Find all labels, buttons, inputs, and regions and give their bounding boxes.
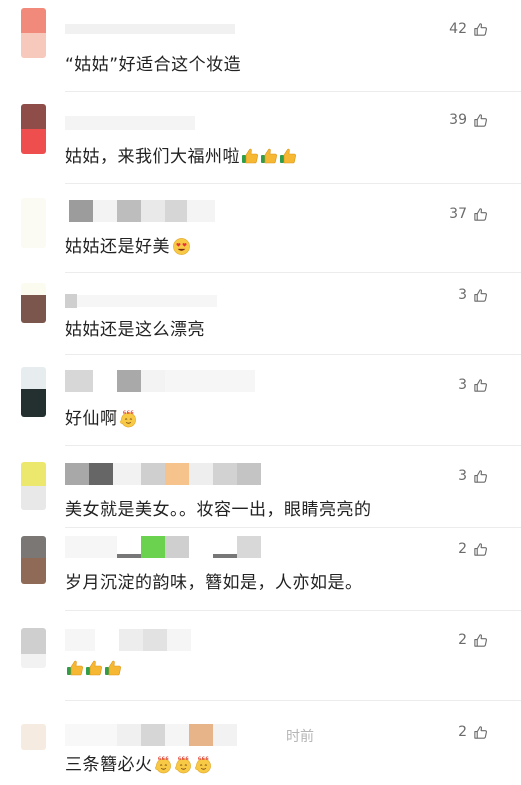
username-blurred: [65, 463, 261, 485]
like-button[interactable]: 2: [458, 724, 488, 740]
divider: [65, 354, 521, 355]
comment-time: 时前: [286, 729, 314, 745]
username-blurred: [65, 724, 237, 746]
666-emoji: [194, 755, 213, 774]
thumbs-up-icon: [473, 469, 488, 484]
thumbs-up-icon: [473, 542, 488, 557]
comment-text: “姑姑”好适合这个妆造: [65, 55, 242, 75]
like-button[interactable]: 3: [458, 377, 488, 393]
like-button[interactable]: 42: [449, 21, 488, 37]
heart-eyes-emoji: [172, 237, 191, 256]
divider: [65, 272, 521, 273]
like-count: 42: [449, 21, 467, 37]
like-button[interactable]: 3: [458, 287, 488, 303]
like-count: 39: [449, 112, 467, 128]
thumbs-up-icon: [473, 207, 488, 222]
comment-text: 岁月沉淀的韵味，簪如是，人亦如是。: [65, 573, 363, 593]
comment-text-body: 三条簪必火: [65, 755, 153, 775]
like-count: 2: [458, 541, 467, 557]
avatar[interactable]: [21, 104, 46, 154]
avatar[interactable]: [21, 283, 46, 323]
divider: [65, 445, 521, 446]
like-button[interactable]: 37: [449, 206, 488, 222]
divider: [65, 527, 521, 528]
avatar[interactable]: [21, 198, 46, 248]
comment-text-body: 姑姑，来我们大福州啦: [65, 147, 240, 167]
comment-text: 好仙啊: [65, 404, 138, 429]
avatar[interactable]: [21, 628, 46, 668]
thumbs-up-emoji: [241, 147, 259, 165]
like-count: 3: [458, 287, 467, 303]
thumbs-up-icon: [473, 378, 488, 393]
thumbs-up-icon: [473, 633, 488, 648]
like-button[interactable]: 39: [449, 112, 488, 128]
username-blurred: [65, 290, 217, 312]
thumbs-up-icon: [473, 22, 488, 37]
666-emoji: [119, 409, 138, 428]
comment-text-body: 好仙啊: [65, 409, 118, 429]
comment-text: [65, 659, 122, 679]
like-button[interactable]: 3: [458, 468, 488, 484]
thumbs-up-icon: [473, 725, 488, 740]
username-blurred: [65, 18, 235, 40]
avatar[interactable]: [21, 724, 46, 750]
like-count: 37: [449, 206, 467, 222]
like-count: 2: [458, 632, 467, 648]
thumbs-up-emoji: [85, 659, 103, 677]
666-emoji: [174, 755, 193, 774]
like-button[interactable]: 2: [458, 541, 488, 557]
avatar[interactable]: [21, 536, 46, 584]
username-blurred: [69, 200, 215, 222]
username-blurred: [65, 112, 195, 134]
comment-text: 姑姑，来我们大福州啦: [65, 142, 297, 167]
thumbs-up-icon: [473, 288, 488, 303]
comment-text: 美女就是美女。。妆容一出，眼睛亮亮的: [65, 500, 372, 520]
thumbs-up-emoji: [260, 147, 278, 165]
divider: [65, 610, 521, 611]
thumbs-up-icon: [473, 113, 488, 128]
comment-text: 姑姑还是这么漂亮: [65, 320, 205, 340]
divider: [65, 91, 521, 92]
avatar[interactable]: [21, 462, 46, 510]
avatar[interactable]: [21, 367, 46, 417]
like-count: 2: [458, 724, 467, 740]
comment-text: 姑姑还是好美: [65, 232, 191, 257]
comment-text: 三条簪必火: [65, 750, 213, 775]
divider: [65, 700, 521, 701]
thumbs-up-emoji: [104, 659, 122, 677]
divider: [65, 183, 521, 184]
comment-text-body: 姑姑还是好美: [65, 237, 170, 257]
username-blurred: [65, 370, 255, 392]
like-count: 3: [458, 468, 467, 484]
like-count: 3: [458, 377, 467, 393]
username-blurred: [65, 536, 261, 558]
avatar[interactable]: [21, 8, 46, 58]
thumbs-up-emoji: [66, 659, 84, 677]
thumbs-up-emoji: [279, 147, 297, 165]
666-emoji: [154, 755, 173, 774]
username-blurred: [65, 629, 191, 651]
like-button[interactable]: 2: [458, 632, 488, 648]
